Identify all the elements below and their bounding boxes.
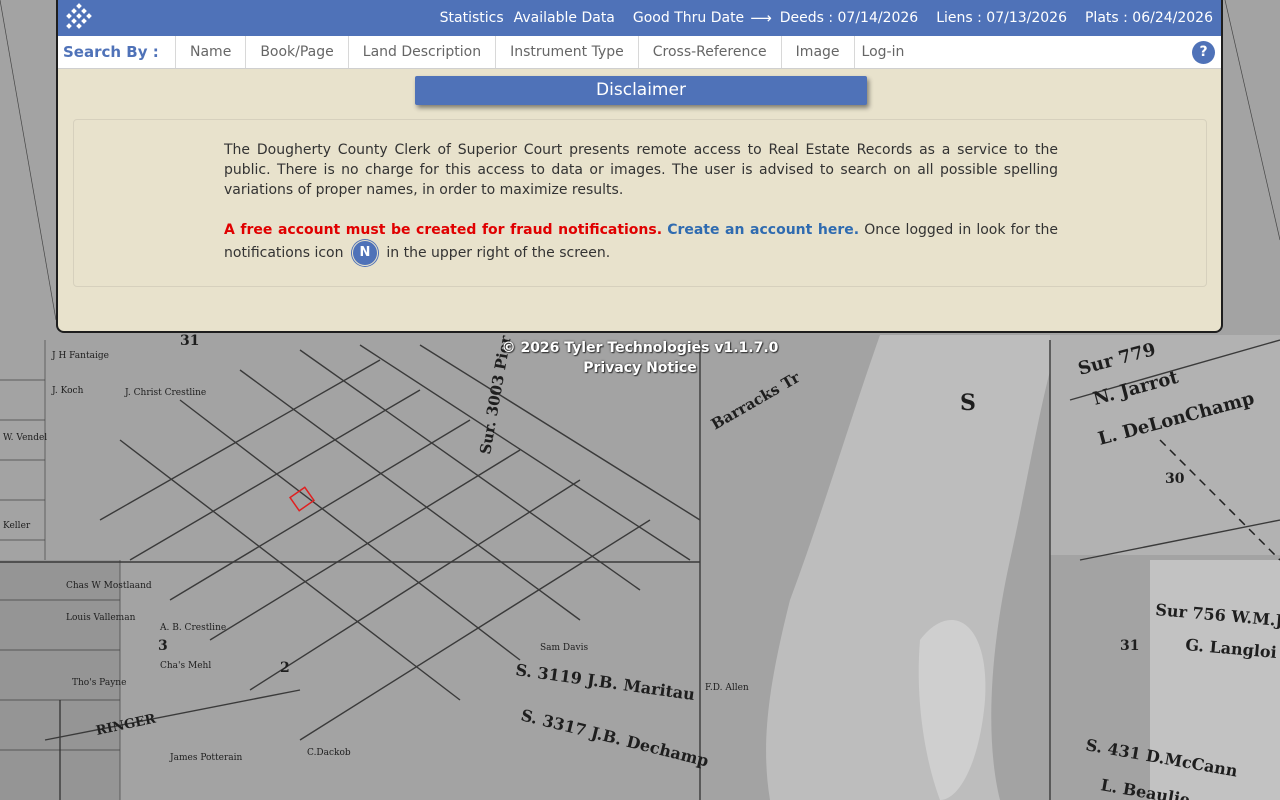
search-by-label: Search By : — [63, 43, 159, 61]
svg-text:J. Koch: J. Koch — [51, 386, 84, 396]
footer: © 2026 Tyler Technologies v1.1.7.0 Priva… — [0, 338, 1280, 378]
nav-item-book-page[interactable]: Book/Page — [245, 36, 347, 68]
svg-text:30: 30 — [1165, 471, 1185, 487]
svg-text:Tho's Payne: Tho's Payne — [72, 678, 126, 688]
deeds-date: Deeds : 07/14/2026 — [779, 10, 919, 26]
svg-text:Cha's Mehl: Cha's Mehl — [160, 661, 211, 671]
statistics-link[interactable]: Statistics — [440, 10, 504, 26]
copyright-text: © 2026 Tyler Technologies v1.1.7.0 — [501, 340, 779, 356]
svg-text:Chas W Mostlaand: Chas W Mostlaand — [66, 581, 152, 591]
nav-item-image[interactable]: Image — [780, 36, 854, 68]
svg-text:C.Dackob: C.Dackob — [307, 748, 351, 758]
svg-text:S: S — [960, 390, 976, 416]
after-badge-text: in the upper right of the screen. — [386, 245, 611, 261]
arrow-right-icon: ⟶ — [750, 9, 772, 27]
svg-text:Louis Valleman: Louis Valleman — [66, 613, 136, 623]
nav-item-instrument-type[interactable]: Instrument Type — [495, 36, 638, 68]
search-nav-bar: Search By : Name Book/Page Land Descript… — [58, 36, 1221, 69]
svg-text:W. Vendel: W. Vendel — [3, 433, 47, 443]
svg-text:31: 31 — [1120, 638, 1139, 654]
svg-text:A. B. Crestline: A. B. Crestline — [159, 623, 226, 633]
privacy-notice-link[interactable]: Privacy Notice — [0, 358, 1280, 378]
disclaimer-text: The Dougherty County Clerk of Superior C… — [224, 140, 1058, 266]
plats-date: Plats : 06/24/2026 — [1084, 10, 1213, 26]
help-button[interactable]: ? — [1192, 40, 1215, 64]
top-header-bar: Statistics Available Data Good Thru Date… — [58, 0, 1221, 36]
nav-item-land-description[interactable]: Land Description — [347, 36, 495, 68]
good-thru-label: Good Thru Date — [632, 10, 745, 26]
nav-item-name[interactable]: Name — [175, 36, 245, 68]
disclaimer-title: Disclaimer — [415, 76, 867, 105]
svg-text:Keller: Keller — [3, 521, 31, 531]
disclaimer-box: The Dougherty County Clerk of Superior C… — [73, 119, 1207, 287]
fraud-warning-text: A free account must be created for fraud… — [224, 222, 663, 238]
main-panel: Statistics Available Data Good Thru Date… — [56, 0, 1223, 333]
fraud-notice: A free account must be created for fraud… — [224, 220, 1058, 266]
notifications-icon: N — [351, 240, 378, 266]
nav-item-cross-reference[interactable]: Cross-Reference — [637, 36, 781, 68]
svg-text:J. Christ Crestline: J. Christ Crestline — [124, 388, 206, 398]
svg-text:James Potterain: James Potterain — [169, 753, 243, 763]
create-account-link[interactable]: Create an account here. — [667, 222, 859, 238]
liens-date: Liens : 07/13/2026 — [936, 10, 1067, 26]
svg-text:F.D. Allen: F.D. Allen — [705, 683, 749, 693]
available-data-link[interactable]: Available Data — [514, 10, 615, 26]
app-logo-icon[interactable] — [62, 3, 96, 33]
svg-text:Sam Davis: Sam Davis — [540, 643, 588, 653]
disclaimer-paragraph: The Dougherty County Clerk of Superior C… — [224, 142, 1058, 198]
svg-text:3: 3 — [158, 638, 168, 654]
nav-item-login[interactable]: Log-in — [853, 36, 919, 68]
header-stats-area: Statistics Available Data Good Thru Date… — [440, 9, 1221, 27]
svg-text:2: 2 — [280, 660, 290, 676]
